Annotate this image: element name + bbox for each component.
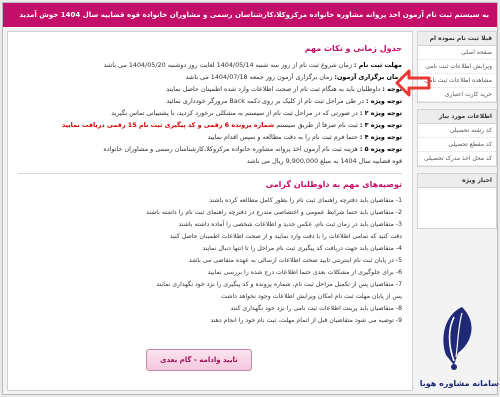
sidebar-item-level-code[interactable]: کد مقطع تحصیلی xyxy=(418,138,496,152)
list-item: 8- متقاضیان باید پرینت اطلاعات ثبت نامی … xyxy=(230,305,402,312)
note2-text: در طی مراحل ثبت نام از کلیک بر روی دکمه … xyxy=(166,97,364,105)
list-item: 1- متقاضیان باید دفترچه راهنمای ثبت نام … xyxy=(209,197,402,204)
sidebar-item-place-code[interactable]: کد محل اخذ مدرک تحصیلی xyxy=(418,152,496,166)
list-item: 6- برای جلوگیری از مشکلات بعدی حتما اطلا… xyxy=(207,269,402,276)
note5-line: توجه ویژه ۴ : حتما فرم ثبت نام را به دقت… xyxy=(18,131,403,143)
note4-text: ثبت نام صرفا از طریق سیستم xyxy=(276,121,358,129)
news-panel-title: اخبار ویژه xyxy=(418,174,496,188)
list-item: 2- متقاضیان باید حتما شرایط عمومی و اختص… xyxy=(145,209,402,216)
arrow-left-icon xyxy=(395,69,431,97)
list-item: 3- متقاضیان باید در زمان ثبت نام، عکس جد… xyxy=(178,221,402,228)
note3-line: توجه ویژه ۲ : در صورتی که در مراحل ثبت ن… xyxy=(18,107,402,119)
list-item: 7- متقاضیان پس از تکمیل مراحل ثبت نام، ش… xyxy=(156,281,402,288)
note4-highlight: شماره پرونده 6 رقمی و کد پیگیری ثبت نام … xyxy=(61,121,275,129)
sidebar-item-home[interactable]: صفحه اصلی xyxy=(418,46,496,60)
list-item: 5- در پایان ثبت نام اینترنتی تایید صحت ا… xyxy=(188,257,402,264)
note6-text: هزینه ثبت نام آزمون اخذ پروانه مشاوره خا… xyxy=(103,145,358,153)
required-info-panel: اطلاعات مورد نیاز کد رشته تحصیلی کد مقطع… xyxy=(417,109,497,167)
recommendations-list: 1- متقاضیان باید دفترچه راهنمای ثبت نام … xyxy=(18,195,402,327)
list-item: دقت کنید که تمامی اطلاعات را با دقت وارد… xyxy=(169,233,402,240)
welcome-banner: به سیستم ثبت نام آزمون اخذ پروانه مشاوره… xyxy=(3,3,497,27)
note1-line: توجه : داوطلبان باید به هنگام ثبت نام از… xyxy=(18,83,402,95)
note3-label: توجه ویژه ۲ : xyxy=(359,109,402,117)
exam-line: زمان برگزاری آزمون: زمان برگزاری آزمون ر… xyxy=(18,71,402,83)
feather-pen-icon xyxy=(443,307,472,370)
recommendations-title: توصیه‌های مهم به داوطلبان گرامی xyxy=(265,180,402,189)
news-panel: اخبار ویژه xyxy=(417,173,497,229)
note3-text: در صورتی که در مراحل ثبت نام از سیستم به… xyxy=(111,109,358,117)
hooba-logo: سامانه مشاوره هوبا xyxy=(419,303,499,395)
next-step-button[interactable]: تایید وادامه - گام بعدی xyxy=(146,349,252,371)
list-item: 9- توصیه می شود متقاضیان قبل از اتمام مه… xyxy=(210,317,402,324)
note1-text: داوطلبان باید به هنگام ثبت نام از صحت اط… xyxy=(166,85,381,93)
list-item: پس از پایان مهلت ثبت نام امکان ویرایش اط… xyxy=(221,293,402,300)
note2-line: توجه ویژه : در طی مراحل ثبت نام از کلیک … xyxy=(18,95,402,107)
exam-text: زمان برگزاری آزمون روز جمعه 1404/07/18 م… xyxy=(185,73,333,81)
note6-continued: قوه قضاییه سال 1404 به مبلغ 9,900,000 ری… xyxy=(246,157,402,165)
required-info-title: اطلاعات مورد نیاز xyxy=(418,110,496,124)
note6-line: توجه ویژه ۵ : هزینه ثبت نام آزمون اخذ پر… xyxy=(18,143,402,155)
list-item: 4- متقاضیان باید جهت دریافت کد پیگیری ثب… xyxy=(202,245,402,252)
schedule-title: جدول زمانی و نکات مهم xyxy=(304,44,402,53)
sidebar-item-field-code[interactable]: کد رشته تحصیلی xyxy=(418,124,496,138)
deadline-line: مهلت ثبت نام : زمان شروع ثبت نام از روز … xyxy=(18,59,402,71)
logo-text: سامانه مشاوره هوبا xyxy=(419,379,499,388)
note5-label: توجه ویژه ۴ : xyxy=(359,133,402,141)
news-panel-body xyxy=(418,188,496,228)
page-frame: به سیستم ثبت نام آزمون اخذ پروانه مشاوره… xyxy=(2,2,499,395)
note4-label: توجه ویژه ۳ : xyxy=(359,121,402,129)
deadline-label: مهلت ثبت نام : xyxy=(353,61,402,69)
note6-label: توجه ویژه ۵ : xyxy=(359,145,402,153)
exam-label: زمان برگزاری آزمون: xyxy=(334,73,402,81)
main-content: جدول زمانی و نکات مهم مهلت ثبت نام : زما… xyxy=(7,31,413,391)
registered-panel-title: قبلا ثبت نام نموده ام xyxy=(418,32,496,46)
note4-line: توجه ویژه ۳ : ثبت نام صرفا از طریق سیستم… xyxy=(18,119,402,131)
deadline-text: زمان شروع ثبت نام از روز سه شنبه 1404/05… xyxy=(103,61,352,69)
note2-label: توجه ویژه : xyxy=(365,97,402,105)
divider xyxy=(18,173,402,174)
note5-text: حتما فرم ثبت نام را به دقت مطالعه و سپس … xyxy=(207,133,358,141)
